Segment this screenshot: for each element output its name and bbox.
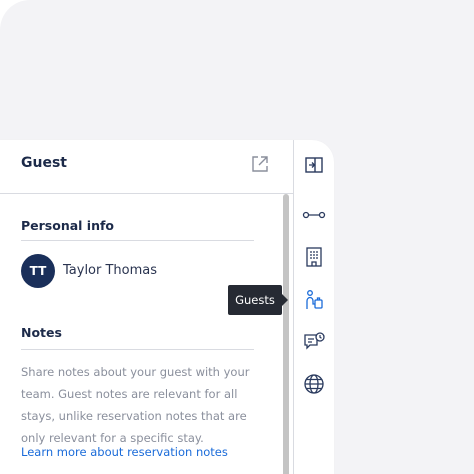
notes-description: Share notes about your guest with your t… <box>21 365 250 445</box>
panel-header: Guest <box>0 140 293 194</box>
learn-more-link[interactable]: Learn more about reservation notes <box>21 445 228 459</box>
guest-name[interactable]: Taylor Thomas <box>63 263 157 278</box>
collapse-panel-icon[interactable] <box>302 153 326 177</box>
external-link-icon[interactable] <box>250 154 270 174</box>
chat-history-icon[interactable] <box>302 330 326 354</box>
sidebar-divider <box>293 140 294 474</box>
avatar: TT <box>21 254 55 288</box>
section-divider <box>21 349 254 350</box>
guest-luggage-icon[interactable] <box>302 288 326 312</box>
scrollbar[interactable] <box>283 194 289 474</box>
tooltip-guests: Guests <box>228 285 282 315</box>
panel-title: Guest <box>21 155 67 171</box>
personal-info-heading: Personal info <box>21 218 115 233</box>
tooltip-arrow <box>282 294 288 306</box>
globe-icon[interactable] <box>302 372 326 396</box>
notes-heading: Notes <box>21 325 62 340</box>
timeline-icon[interactable] <box>302 203 326 227</box>
section-divider <box>21 240 254 241</box>
building-icon[interactable] <box>302 245 326 269</box>
